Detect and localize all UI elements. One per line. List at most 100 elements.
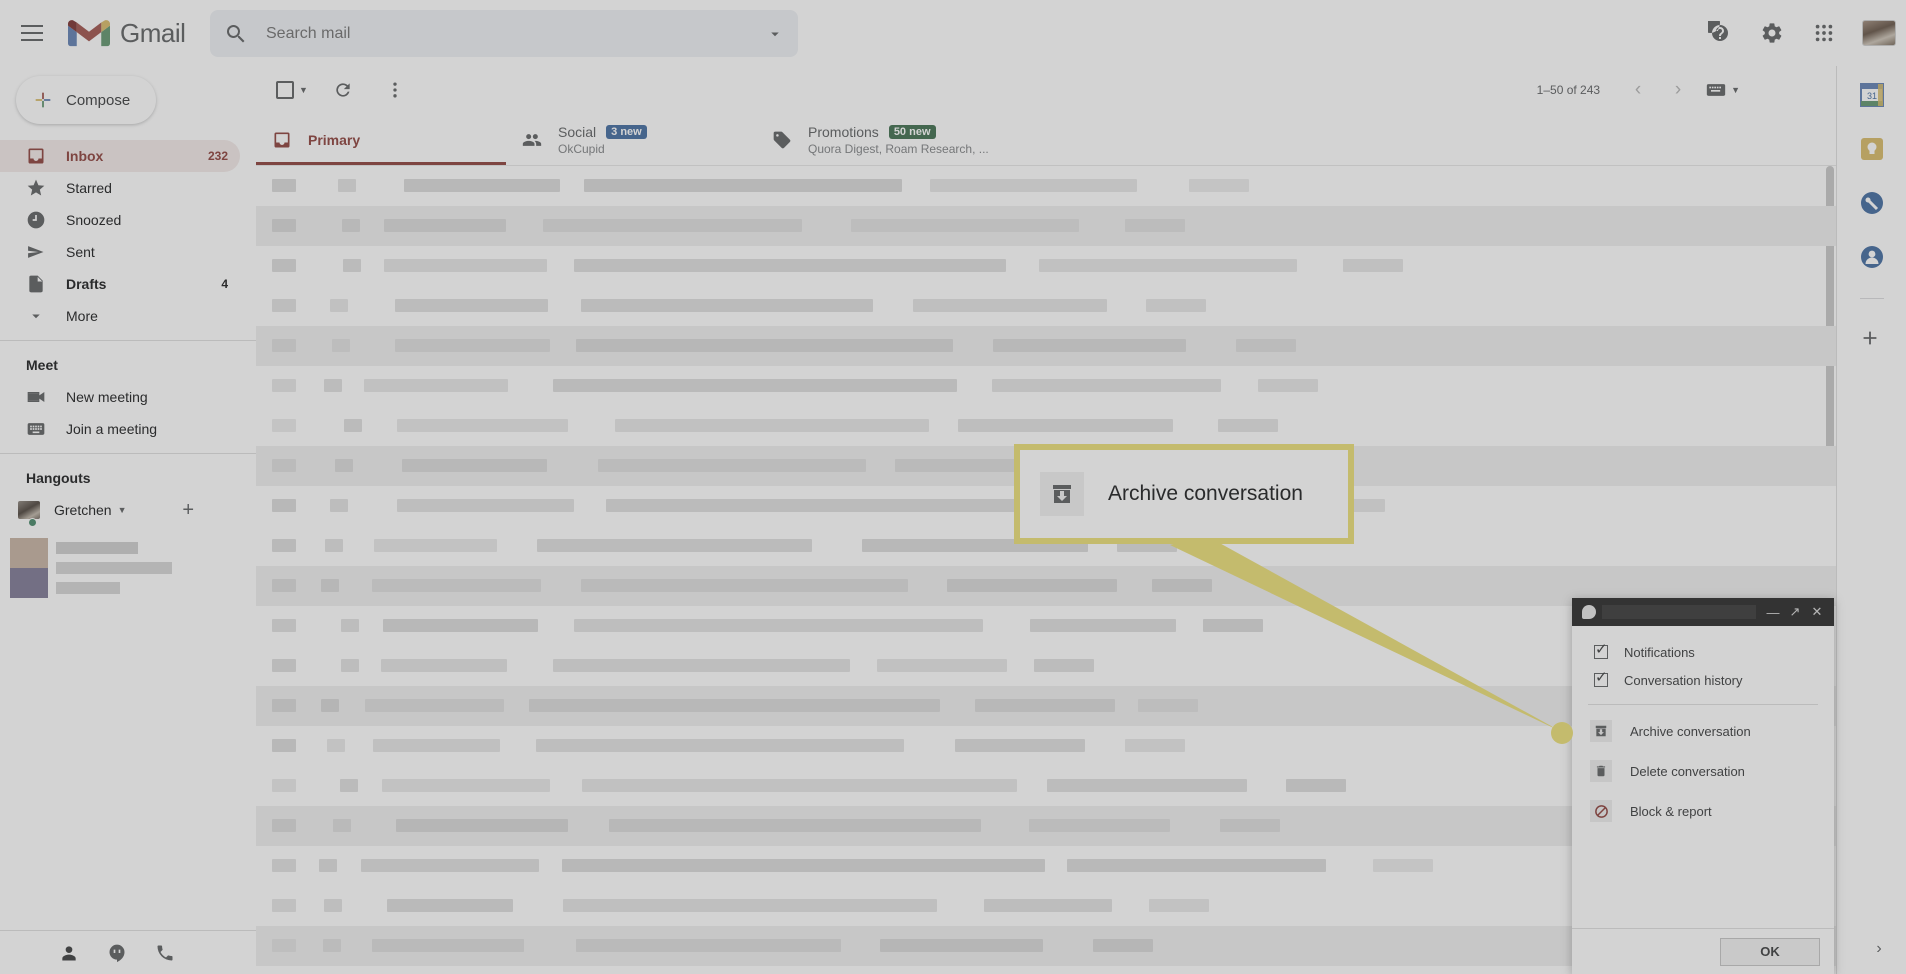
list-item[interactable] [272, 899, 296, 912]
list-item[interactable] [984, 899, 1112, 912]
list-item[interactable] [344, 419, 362, 432]
list-item[interactable] [1067, 859, 1326, 872]
list-item[interactable] [384, 259, 547, 272]
list-item[interactable] [582, 779, 1017, 792]
list-item[interactable] [272, 859, 296, 872]
menu-item-archive-conversation[interactable]: Archive conversation [1572, 711, 1834, 751]
list-item[interactable] [1258, 379, 1318, 392]
list-item[interactable] [1343, 259, 1403, 272]
popout-button[interactable]: ↗ [1784, 604, 1806, 620]
list-item[interactable] [1152, 579, 1212, 592]
list-item[interactable] [397, 419, 568, 432]
list-item[interactable] [272, 539, 296, 552]
sidebar-item-sent[interactable]: Sent [0, 236, 240, 268]
list-item[interactable] [361, 859, 539, 872]
list-item[interactable] [374, 539, 497, 552]
tasks-icon[interactable] [1859, 190, 1885, 216]
prev-page-button[interactable]: ‹ [1620, 72, 1656, 108]
list-item[interactable] [1189, 179, 1249, 192]
list-item[interactable] [975, 699, 1115, 712]
list-item[interactable] [576, 939, 841, 952]
list-item[interactable] [272, 339, 296, 352]
checkbox-conversation-history[interactable]: Conversation history [1572, 666, 1834, 694]
list-item[interactable] [913, 299, 1107, 312]
sidebar-item-join-meeting[interactable]: Join a meeting [0, 413, 240, 445]
list-item[interactable] [395, 339, 550, 352]
menu-item-block-report[interactable]: Block & report [1572, 791, 1834, 831]
chevron-down-icon[interactable]: ▼ [118, 505, 127, 515]
compose-button[interactable]: Compose [16, 76, 156, 124]
list-item[interactable] [272, 819, 296, 832]
sidebar-item-more[interactable]: More [0, 300, 240, 332]
show-search-options-icon[interactable] [752, 11, 798, 57]
list-item[interactable] [365, 699, 504, 712]
list-item[interactable] [323, 939, 341, 952]
close-button[interactable]: ✕ [1806, 604, 1828, 620]
list-item[interactable] [324, 379, 342, 392]
list-item[interactable] [327, 739, 345, 752]
list-item[interactable] [1203, 619, 1263, 632]
help-circle-icon[interactable] [1700, 13, 1740, 53]
list-item[interactable] [1029, 819, 1170, 832]
list-item[interactable] [272, 419, 296, 432]
list-item[interactable] [402, 459, 547, 472]
select-all-checkbox[interactable] [276, 81, 294, 99]
sidebar-item-drafts[interactable]: Drafts 4 [0, 268, 240, 300]
search-input[interactable] [266, 24, 752, 43]
list-item[interactable] [384, 219, 506, 232]
list-item[interactable] [993, 339, 1186, 352]
list-item[interactable] [574, 259, 1006, 272]
chevron-down-icon[interactable]: ▼ [1731, 85, 1740, 95]
list-item[interactable] [272, 179, 296, 192]
list-item[interactable] [272, 619, 296, 632]
list-item[interactable] [880, 939, 1043, 952]
list-item[interactable] [319, 859, 337, 872]
list-item[interactable] [396, 819, 568, 832]
list-item[interactable] [1218, 419, 1278, 432]
list-item[interactable] [606, 499, 1048, 512]
list-item[interactable] [330, 299, 348, 312]
ok-button[interactable]: OK [1720, 937, 1820, 966]
avatar[interactable] [1862, 20, 1896, 46]
checkbox-notifications[interactable]: Notifications [1572, 638, 1834, 666]
search-bar[interactable] [210, 10, 798, 57]
list-item[interactable] [543, 219, 802, 232]
hangouts-contact-list[interactable] [0, 538, 256, 608]
hangouts-bubble-icon[interactable] [104, 940, 130, 966]
list-item[interactable] [958, 419, 1173, 432]
list-item[interactable] [584, 179, 902, 192]
list-item[interactable] [529, 699, 940, 712]
list-item[interactable] [381, 659, 507, 672]
plus-icon[interactable] [1859, 327, 1885, 353]
list-item[interactable] [332, 339, 350, 352]
list-item[interactable] [1039, 259, 1297, 272]
list-item[interactable] [947, 579, 1117, 592]
list-item[interactable] [615, 419, 929, 432]
more-vertical-icon[interactable] [378, 73, 412, 107]
input-tools-button[interactable]: ▼ [1706, 82, 1740, 98]
list-item[interactable] [536, 739, 904, 752]
list-item[interactable] [955, 739, 1085, 752]
list-item[interactable] [272, 779, 296, 792]
chevron-down-icon[interactable]: ▼ [299, 85, 308, 95]
list-item[interactable] [272, 739, 296, 752]
tab-primary[interactable]: Primary [256, 114, 506, 165]
gear-icon[interactable] [1752, 13, 1792, 53]
hangouts-user-row[interactable]: Gretchen ▼ + [0, 494, 256, 527]
list-item[interactable] [537, 539, 812, 552]
contacts-icon[interactable] [1859, 244, 1885, 270]
chevron-right-icon[interactable]: › [1864, 934, 1894, 964]
list-item[interactable] [574, 619, 983, 632]
list-item[interactable] [272, 299, 296, 312]
list-item[interactable] [321, 579, 339, 592]
list-item[interactable] [272, 699, 296, 712]
list-item[interactable] [992, 379, 1221, 392]
sidebar-item-new-meeting[interactable]: New meeting [0, 381, 240, 413]
list-item[interactable] [598, 459, 866, 472]
list-item[interactable] [563, 899, 937, 912]
contacts-icon[interactable] [56, 940, 82, 966]
list-item[interactable] [930, 179, 1137, 192]
list-item[interactable] [321, 699, 339, 712]
list-item[interactable] [342, 219, 360, 232]
list-item[interactable] [272, 219, 296, 232]
